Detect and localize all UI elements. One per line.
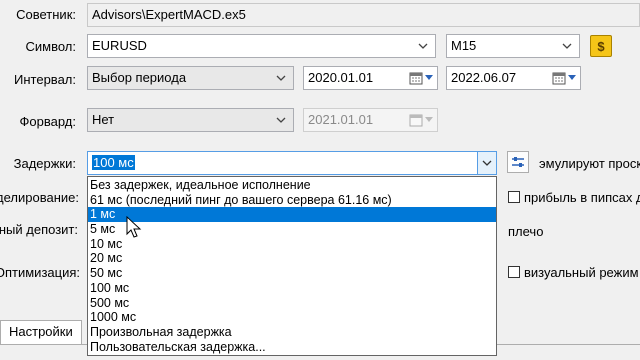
interval-value: Выбор периода (92, 70, 187, 85)
calendar-icon (552, 71, 576, 85)
optimization-label: Оптимизация: (0, 265, 80, 280)
delay-option[interactable]: Без задержек, идеальное исполнение (88, 178, 496, 193)
symbol-properties-button[interactable]: $ (590, 35, 612, 57)
delays-settings-button[interactable] (507, 151, 529, 173)
visual-mode-label: визуальный режим (524, 265, 639, 280)
calendar-icon (409, 113, 433, 127)
delay-option[interactable]: Пользовательская задержка... (88, 340, 496, 355)
chevron-down-icon (561, 35, 573, 57)
pips-profit-label: прибыль в пипсах д (524, 190, 640, 205)
delays-combobox[interactable]: 100 мс (87, 151, 497, 175)
visual-mode-checkbox[interactable] (508, 266, 520, 278)
delay-option[interactable]: 50 мс (88, 266, 496, 281)
symbol-combobox[interactable]: EURUSD (87, 34, 436, 58)
pips-profit-checkbox[interactable] (508, 191, 520, 203)
emulate-label: эмулируют проск (539, 156, 640, 171)
calendar-icon (409, 71, 433, 85)
delay-option[interactable]: 5 мс (88, 222, 496, 237)
chevron-down-icon (275, 109, 287, 131)
forward-value: Нет (92, 112, 115, 127)
date-from-value: 2020.01.01 (308, 70, 374, 85)
expert-value: Advisors\ExpertMACD.ex5 (92, 7, 246, 22)
delay-option[interactable]: 10 мс (88, 237, 496, 252)
deposit-label: ный депозит: (0, 222, 78, 237)
delay-option[interactable]: 500 мс (88, 296, 496, 311)
sliders-icon (512, 157, 524, 167)
chevron-down-icon (417, 35, 429, 57)
chevron-down-icon[interactable] (477, 152, 496, 174)
forward-date-value: 2021.01.01 (308, 112, 374, 127)
expert-label: Советник: (16, 7, 76, 22)
modeling-label: делирование: (0, 190, 79, 205)
symbol-label: Символ: (25, 39, 77, 54)
dollar-icon: $ (597, 38, 605, 54)
interval-combobox[interactable]: Выбор периода (87, 66, 294, 90)
delays-dropdown-list: Без задержек, идеальное исполнение 61 мс … (87, 176, 497, 356)
forward-label: Форвард: (19, 114, 76, 129)
date-from-picker[interactable]: 2020.01.01 (303, 66, 438, 90)
delays-value: 100 мс (92, 155, 135, 170)
delay-option[interactable]: 100 мс (88, 281, 496, 296)
forward-combobox[interactable]: Нет (87, 108, 294, 132)
cursor-icon (126, 216, 142, 238)
expert-field[interactable]: Advisors\ExpertMACD.ex5 (87, 3, 640, 27)
interval-label: Интервал: (14, 72, 76, 87)
leverage-label: плечо (508, 224, 544, 239)
tab-settings[interactable]: Настройки (0, 320, 82, 344)
date-to-value: 2022.06.07 (451, 70, 517, 85)
timeframe-value: M15 (451, 38, 477, 53)
delay-option[interactable]: 1 мс (88, 207, 496, 223)
delay-option[interactable]: 61 мс (последний пинг до вашего сервера … (88, 193, 496, 208)
delay-option[interactable]: 1000 мс (88, 310, 496, 325)
delay-option[interactable]: Произвольная задержка (88, 325, 496, 340)
delay-option[interactable]: 20 мс (88, 251, 496, 266)
forward-date-picker: 2021.01.01 (303, 108, 438, 132)
chevron-down-icon (275, 67, 287, 89)
symbol-value: EURUSD (92, 38, 147, 53)
date-to-picker[interactable]: 2022.06.07 (446, 66, 581, 90)
delays-label: Задержки: (13, 156, 76, 171)
timeframe-combobox[interactable]: M15 (446, 34, 580, 58)
